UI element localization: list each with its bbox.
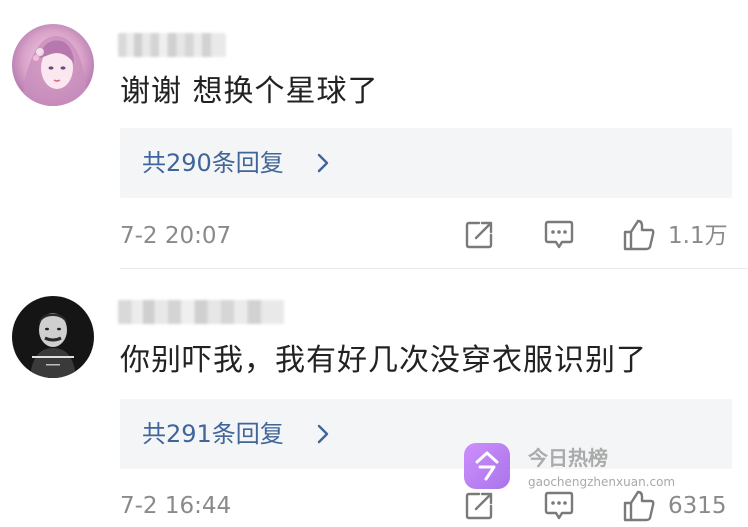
- comment-icon[interactable]: [542, 218, 576, 252]
- comment-item: 你别吓我，我有好几次没穿衣服识别了 共291条回复 7-2 16:44 6315: [0, 270, 748, 527]
- comment-icon[interactable]: [542, 489, 576, 523]
- view-replies-button[interactable]: 共290条回复: [120, 128, 732, 198]
- share-icon[interactable]: [462, 489, 496, 523]
- chevron-right-icon: [317, 424, 329, 444]
- reply-count-label: 共291条回复: [142, 420, 284, 448]
- share-icon[interactable]: [462, 218, 496, 252]
- timestamp: 7-2 16:44: [120, 493, 232, 519]
- comment-feed: 谢谢 想换个星球了 共290条回复 7-2 20:07 1.1万 你别吓我，我有…: [0, 0, 748, 527]
- like-count: 6315: [668, 493, 727, 519]
- avatar[interactable]: [12, 296, 94, 378]
- comment-text: 你别吓我，我有好几次没穿衣服识别了: [120, 343, 647, 378]
- comment-item: 谢谢 想换个星球了 共290条回复 7-2 20:07 1.1万: [0, 0, 748, 269]
- timestamp: 7-2 20:07: [120, 223, 232, 249]
- thumbs-up-icon[interactable]: [622, 489, 656, 523]
- username-blurred[interactable]: [118, 33, 226, 57]
- username-blurred[interactable]: [118, 300, 284, 324]
- chevron-right-icon: [317, 153, 329, 173]
- view-replies-button[interactable]: 共291条回复: [120, 399, 732, 469]
- divider: [120, 268, 748, 269]
- reply-count-label: 共290条回复: [142, 149, 284, 177]
- like-count: 1.1万: [668, 223, 728, 249]
- thumbs-up-icon[interactable]: [622, 218, 656, 252]
- avatar[interactable]: [12, 24, 94, 106]
- comment-text: 谢谢 想换个星球了: [120, 74, 379, 109]
